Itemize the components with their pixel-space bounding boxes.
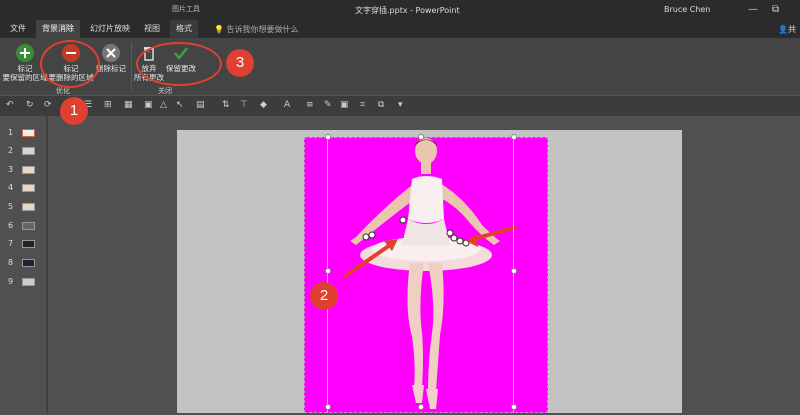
resize-handle[interactable] [325, 404, 331, 410]
resize-handle[interactable] [511, 404, 517, 410]
crop-marquee-left [327, 137, 328, 413]
share-label: 共 [787, 25, 796, 34]
undo-icon[interactable]: ↶ [6, 100, 14, 110]
group-separator [131, 42, 132, 92]
slide-number: 8 [8, 258, 14, 267]
slide-thumbnail-image [22, 147, 35, 155]
slide-thumbnail-image [22, 222, 35, 230]
slide-thumbnail-image [22, 278, 35, 286]
font-color-icon[interactable]: A [284, 100, 290, 110]
delete-mark-label: 删除标记 [96, 64, 126, 73]
lightbulb-icon: 💡 [214, 25, 224, 34]
more-icon[interactable]: ▾ [398, 100, 403, 110]
slide-number: 9 [8, 277, 14, 286]
resize-handle[interactable] [325, 268, 331, 274]
mark-keep-label-2: 要保留的区域 [2, 73, 48, 82]
delete-mark-icon [102, 44, 120, 62]
text-direction-icon[interactable]: ⇅ [222, 100, 230, 110]
user-name[interactable]: Bruce Chen [664, 5, 710, 14]
plus-circle-icon [16, 44, 34, 62]
document-title: 文字穿插.pptx - PowerPoint [355, 6, 460, 15]
picture-selection-frame [304, 137, 548, 413]
group-icon[interactable]: ⧉ [378, 100, 384, 110]
slide-thumbnail-image [22, 259, 35, 267]
minimize-button[interactable]: — [748, 4, 758, 15]
slide-thumbnail[interactable]: 1 [0, 126, 46, 142]
arrange-icon[interactable]: ▣ [340, 100, 349, 110]
align-icon[interactable]: ⊤ [240, 100, 248, 110]
slide-thumbnail-image [22, 184, 35, 192]
crop-marquee-right [513, 137, 514, 413]
repeat-icon[interactable]: ⟳ [44, 100, 52, 110]
quick-access-toolbar: ↶ ↻ ⟳ ▭ ☰ ⊞ ▦ ▣ △ ↖ ▤ ⇅ ⊤ ◆ A ≡ ✎ ▣ ⌗ ⧉ … [0, 96, 800, 116]
share-button[interactable]: 👤共 [778, 24, 796, 35]
format-painter-icon[interactable]: ✎ [324, 100, 332, 110]
slide-thumbnail[interactable]: 3 [0, 163, 46, 179]
fill-color-icon[interactable]: ◆ [260, 100, 267, 110]
slide-number: 5 [8, 202, 14, 211]
tell-me-box[interactable]: 💡 告诉我你想要做什么 [214, 24, 299, 35]
tab-slideshow[interactable]: 幻灯片放映 [84, 20, 136, 38]
title-bar: 图片工具 文字穿插.pptx - PowerPoint Bruce Chen —… [0, 0, 800, 20]
resize-handle[interactable] [418, 404, 424, 410]
tab-background-removal[interactable]: 背景消除 [36, 20, 80, 38]
tab-format[interactable]: 格式 [170, 20, 198, 38]
annotation-marker-3: 3 [226, 49, 254, 77]
picture-tools-label: 图片工具 [172, 5, 200, 13]
slide-number: 7 [8, 239, 14, 248]
annotation-marker-1: 1 [60, 97, 88, 125]
ribbon-tabs: 文件 背景消除 幻灯片放映 视图 格式 💡 告诉我你想要做什么 👤共 [0, 20, 800, 38]
tell-me-text: 告诉我你想要做什么 [226, 25, 299, 34]
slide-thumbnail[interactable]: 6 [0, 219, 46, 235]
shapes-icon[interactable]: △ [160, 100, 167, 110]
line-style-icon[interactable]: ≡ [306, 100, 314, 110]
slide-thumbnail[interactable]: 7 [0, 237, 46, 253]
slide-thumbnail[interactable]: 9 [0, 275, 46, 291]
mark-keep-label-1: 标记 [17, 64, 33, 73]
font-size-icon[interactable]: ⊞ [104, 100, 112, 110]
group-close-label: 关闭 [158, 87, 172, 95]
slide-thumbnails-pane: 1 2 3 4 5 6 7 8 9 [0, 116, 46, 413]
resize-handle[interactable] [511, 134, 517, 140]
ribbon-panel: 标记 要保留的区域 标记 要删除的区域 删除标记 优化 放弃 所有更改 保留更改… [0, 38, 800, 96]
slide-thumbnail-image [22, 203, 35, 211]
crop-icon[interactable]: ⌗ [360, 100, 365, 110]
highlight-oval-mark-remove [40, 40, 100, 88]
slide-thumbnail-image [22, 240, 35, 248]
slide-thumbnail[interactable]: 4 [0, 181, 46, 197]
redo-icon[interactable]: ↻ [26, 100, 34, 110]
resize-handle[interactable] [418, 134, 424, 140]
slide-thumbnail[interactable]: 5 [0, 200, 46, 216]
table-icon[interactable]: ▦ [124, 100, 133, 110]
annotation-marker-2: 2 [310, 282, 338, 310]
slide-thumbnail[interactable]: 8 [0, 256, 46, 272]
tab-file[interactable]: 文件 [4, 20, 32, 38]
slide-thumbnail-image [22, 129, 35, 137]
slide-number: 6 [8, 221, 14, 230]
image-icon[interactable]: ▣ [144, 100, 153, 110]
slide-number: 1 [8, 128, 14, 137]
slide-number: 3 [8, 165, 14, 174]
person-icon: 👤 [778, 25, 788, 34]
restore-button[interactable]: ⧉ [772, 4, 779, 15]
resize-handle[interactable] [511, 268, 517, 274]
slide-number: 2 [8, 146, 14, 155]
slide-thumbnail[interactable]: 2 [0, 144, 46, 160]
slide-number: 4 [8, 183, 14, 192]
resize-handle[interactable] [325, 134, 331, 140]
slide-layout-icon[interactable]: ▤ [196, 100, 205, 110]
tab-view[interactable]: 视图 [138, 20, 166, 38]
select-icon[interactable]: ↖ [176, 100, 184, 110]
highlight-oval-keep-changes [136, 42, 222, 86]
slide-thumbnail-image [22, 166, 35, 174]
